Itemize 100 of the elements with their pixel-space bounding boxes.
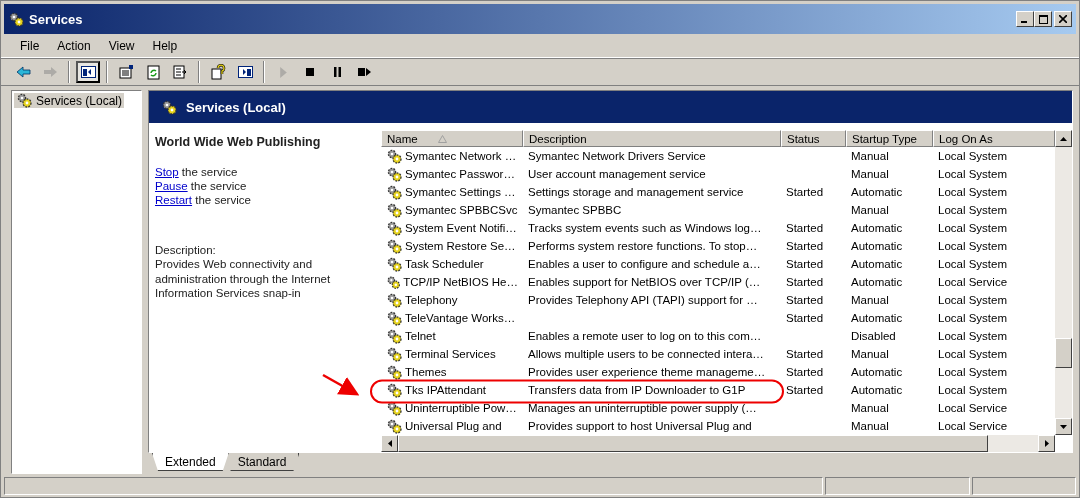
gear-icon [161,99,178,115]
table-cell: Telnet [405,330,436,342]
service-icon [386,166,403,182]
table-cell: Started [786,312,824,324]
table-cell: Allows multiple users to be connected intera… [528,348,764,360]
table-cell: System Restore Se… [405,240,516,252]
table-cell: Started [786,186,824,198]
action-link[interactable]: Pause [155,180,188,192]
description-label: Description: [155,243,217,257]
action-text: Restart the service [155,193,252,207]
table-cell: Manual [851,402,889,414]
action-text: Pause the service [155,179,248,193]
table-cell: Automatic [851,366,903,378]
service-title: World Wide Web Publishing [155,135,322,149]
table-cell: Provides Telephony API (TAPI) support for … [528,294,758,306]
play-icon [279,66,287,78]
table-cell: Automatic [851,240,903,252]
scroll-up-button[interactable] [1055,130,1072,147]
table-cell: Symantec Network Drivers Service [528,150,706,162]
table-cell: Automatic [851,312,903,324]
menu-item[interactable]: Action [48,38,100,53]
table-cell: Local Service [938,402,1008,414]
table-cell: Local System [938,222,1008,234]
close-icon [1059,15,1067,23]
service-icon [386,364,403,380]
table-cell: Manual [851,168,889,180]
service-icon [386,256,403,272]
table-cell: Performs system restore functions. To stop… [528,240,758,252]
menu-item[interactable]: View [99,38,144,53]
table-cell: Manual [851,420,889,432]
scroll-thumb[interactable] [1055,338,1072,368]
table-cell: Local System [938,240,1008,252]
table-cell: TCP/IP NetBIOS He… [403,276,518,288]
table-cell: System Event Notifi… [405,222,517,234]
table-cell: Enables a user to configure and schedule a… [528,258,761,270]
scroll-down-button[interactable] [1055,418,1072,435]
table-cell: Local System [938,204,1008,216]
scroll-right-button[interactable] [1038,435,1055,452]
pointer-arrow [322,373,360,396]
window-title: Services [29,11,84,27]
service-icon [386,292,403,308]
console-pane-icon [236,64,254,80]
action-text: Stop the service [155,165,239,179]
action-link[interactable]: Restart [155,194,193,206]
table-cell: Started [786,258,824,270]
table-cell: User account management service [528,168,706,180]
close-button[interactable] [1054,11,1072,27]
table-cell: Automatic [851,276,903,288]
column-header[interactable]: Startup Type [846,130,933,147]
column-header[interactable]: Status [781,130,846,147]
table-cell: Local System [938,150,1008,162]
menu-item[interactable]: File [11,38,49,53]
column-header[interactable]: Name [381,130,523,147]
tree-item[interactable]: Services (Local) [14,93,125,108]
service-icon [386,310,403,326]
table-cell: Started [786,276,824,288]
table-cell: Telephony [405,294,458,306]
table-cell: Tracks system events such as Windows log… [528,222,762,234]
tree-pane-button[interactable] [76,61,100,83]
column-header[interactable]: Description [523,130,781,147]
table-cell: Universal Plug and [405,420,502,432]
table-cell: Started [786,240,824,252]
table-cell: Local Service [938,276,1008,288]
service-icon [386,184,403,200]
maximize-icon [1038,14,1048,24]
back-arrow-icon [14,64,32,80]
service-icon [386,382,403,398]
scroll-left-button[interactable] [381,435,398,452]
view-tab[interactable]: Extended [152,453,229,471]
table-cell: Symantec SPBBCSvc [405,204,518,216]
table-cell: Disabled [851,330,896,342]
service-icon [386,220,403,236]
table-cell: Local System [938,384,1008,396]
left-arrow-icon [387,440,392,447]
help-icon [209,64,227,80]
table-cell: Local System [938,168,1008,180]
table-cell: Settings storage and management service [528,186,744,198]
minimize-button[interactable] [1016,11,1034,27]
service-icon [386,274,402,290]
vertical-scrollbar[interactable] [1055,130,1072,435]
table-cell: Local System [938,366,1008,378]
table-cell: Automatic [851,258,903,270]
table-cell: Provides user experience theme manageme… [528,366,766,378]
table-cell: Terminal Services [405,348,496,360]
export-list-icon [171,64,189,80]
action-link[interactable]: Stop [155,166,179,178]
table-cell: TeleVantage Works… [405,312,516,324]
table-cell: Uninterruptible Pow… [405,402,517,414]
maximize-button[interactable] [1034,11,1052,27]
service-icon [386,328,403,344]
table-cell: Local System [938,330,1008,342]
column-header[interactable]: Log On As [933,130,1055,147]
table-cell: Manual [851,150,889,162]
table-cell: Automatic [851,222,903,234]
table-cell: Started [786,222,824,234]
table-cell: Automatic [851,384,903,396]
menu-item[interactable]: Help [143,38,187,53]
properties-icon [117,64,135,80]
table-cell: Manual [851,204,889,216]
table-cell: Started [786,348,824,360]
